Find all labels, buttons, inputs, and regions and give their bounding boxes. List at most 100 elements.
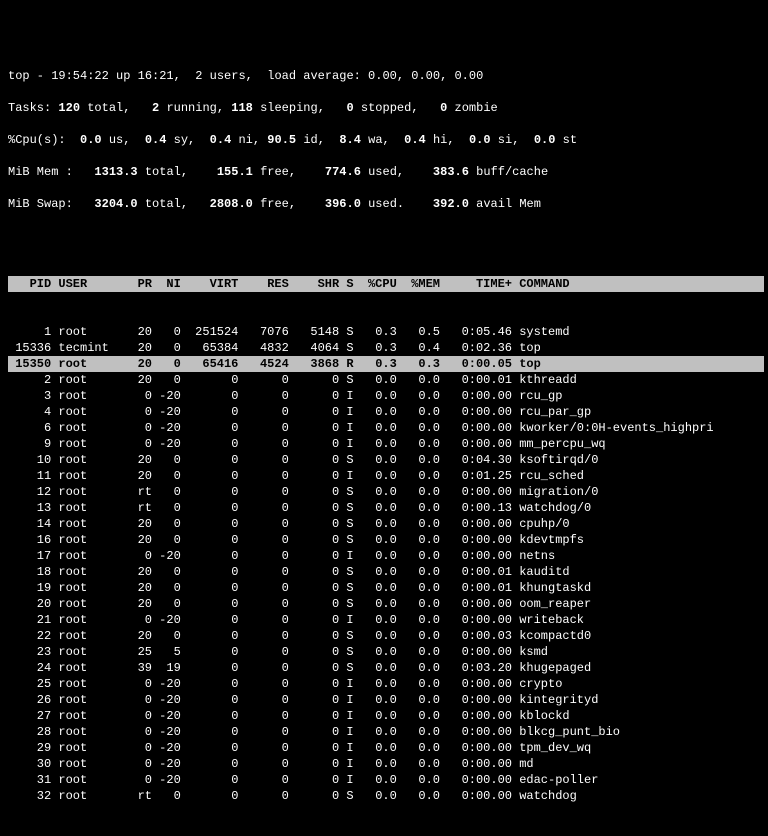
cell-shr: 0	[289, 452, 339, 468]
cell-time: 0:00.01	[440, 372, 512, 388]
process-row[interactable]: 10root200000S0.00.00:04.30ksoftirqd/0	[8, 452, 764, 468]
cell-s: S	[339, 340, 353, 356]
col-time[interactable]: TIME+	[440, 276, 512, 292]
cell-pid: 15336	[8, 340, 51, 356]
cell-pid: 27	[8, 708, 51, 724]
cell-s: I	[339, 756, 353, 772]
cell-time: 0:00.00	[440, 596, 512, 612]
cell-cpu: 0.0	[354, 660, 397, 676]
process-list[interactable]: 1root20025152470765148S0.30.50:05.46syst…	[8, 324, 764, 804]
col-pr[interactable]: PR	[123, 276, 152, 292]
summary-line-uptime: top - 19:54:22 up 16:21, 2 users, load a…	[8, 68, 764, 84]
cell-time: 0:00.00	[440, 692, 512, 708]
cell-virt: 0	[181, 516, 239, 532]
cell-ni: -20	[152, 740, 181, 756]
cell-user: root	[51, 644, 123, 660]
col-user[interactable]: USER	[51, 276, 123, 292]
col-cpu[interactable]: %CPU	[354, 276, 397, 292]
col-s[interactable]: S	[339, 276, 353, 292]
cell-ni: 0	[152, 356, 181, 372]
process-row[interactable]: 12rootrt0000S0.00.00:00.00migration/0	[8, 484, 764, 500]
process-row[interactable]: 21root0-20000I0.00.00:00.00writeback	[8, 612, 764, 628]
process-row[interactable]: 24root3919000S0.00.00:03.20khugepaged	[8, 660, 764, 676]
summary-line-cpu: %Cpu(s): 0.0 us, 0.4 sy, 0.4 ni, 90.5 id…	[8, 132, 764, 148]
process-row[interactable]: 16root200000S0.00.00:00.00kdevtmpfs	[8, 532, 764, 548]
col-res[interactable]: RES	[238, 276, 288, 292]
cell-res: 0	[238, 756, 288, 772]
process-row[interactable]: 9root0-20000I0.00.00:00.00mm_percpu_wq	[8, 436, 764, 452]
process-row[interactable]: 20root200000S0.00.00:00.00oom_reaper	[8, 596, 764, 612]
cell-virt: 0	[181, 420, 239, 436]
col-mem[interactable]: %MEM	[397, 276, 440, 292]
cell-shr: 0	[289, 788, 339, 804]
process-row[interactable]: 13rootrt0000S0.00.00:00.13watchdog/0	[8, 500, 764, 516]
cell-virt: 0	[181, 436, 239, 452]
cell-virt: 0	[181, 452, 239, 468]
process-row[interactable]: 19root200000S0.00.00:00.01khungtaskd	[8, 580, 764, 596]
process-row[interactable]: 6root0-20000I0.00.00:00.00kworker/0:0H-e…	[8, 420, 764, 436]
cell-mem: 0.0	[397, 596, 440, 612]
cell-ni: 0	[152, 788, 181, 804]
cell-shr: 0	[289, 580, 339, 596]
cell-cpu: 0.0	[354, 740, 397, 756]
cell-pid: 3	[8, 388, 51, 404]
process-row[interactable]: 23root255000S0.00.00:00.00ksmd	[8, 644, 764, 660]
cell-shr: 0	[289, 436, 339, 452]
col-cmd[interactable]: COMMAND	[512, 276, 764, 292]
col-ni[interactable]: NI	[152, 276, 181, 292]
process-row[interactable]: 15350root2006541645243868R0.30.30:00.05t…	[8, 356, 764, 372]
cell-time: 0:00.00	[440, 436, 512, 452]
cell-cmd: top	[512, 340, 764, 356]
process-row[interactable]: 4root0-20000I0.00.00:00.00rcu_par_gp	[8, 404, 764, 420]
process-row[interactable]: 11root200000I0.00.00:01.25rcu_sched	[8, 468, 764, 484]
cell-s: I	[339, 708, 353, 724]
process-row[interactable]: 29root0-20000I0.00.00:00.00tpm_dev_wq	[8, 740, 764, 756]
process-row[interactable]: 26root0-20000I0.00.00:00.00kintegrityd	[8, 692, 764, 708]
cell-virt: 0	[181, 788, 239, 804]
process-row[interactable]: 15336tecmint2006538448324064S0.30.40:02.…	[8, 340, 764, 356]
process-row[interactable]: 1root20025152470765148S0.30.50:05.46syst…	[8, 324, 764, 340]
cell-cpu: 0.0	[354, 452, 397, 468]
cell-virt: 0	[181, 676, 239, 692]
col-shr[interactable]: SHR	[289, 276, 339, 292]
cell-s: I	[339, 772, 353, 788]
process-row[interactable]: 25root0-20000I0.00.00:00.00crypto	[8, 676, 764, 692]
process-row[interactable]: 17root0-20000I0.00.00:00.00netns	[8, 548, 764, 564]
process-row[interactable]: 2root200000S0.00.00:00.01kthreadd	[8, 372, 764, 388]
cell-pr: 0	[123, 708, 152, 724]
process-row[interactable]: 14root200000S0.00.00:00.00cpuhp/0	[8, 516, 764, 532]
cell-user: root	[51, 692, 123, 708]
cell-pr: 20	[123, 324, 152, 340]
process-row[interactable]: 31root0-20000I0.00.00:00.00edac-poller	[8, 772, 764, 788]
process-row[interactable]: 28root0-20000I0.00.00:00.00blkcg_punt_bi…	[8, 724, 764, 740]
process-row[interactable]: 22root200000S0.00.00:00.03kcompactd0	[8, 628, 764, 644]
process-row[interactable]: 18root200000S0.00.00:00.01kauditd	[8, 564, 764, 580]
terminal-top-screen[interactable]: { "summary": { "line1": "top - 19:54:22 …	[0, 0, 768, 576]
cell-s: I	[339, 436, 353, 452]
cell-pid: 28	[8, 724, 51, 740]
process-table-header[interactable]: PID USER PR NI VIRT RES SHR S %CPU %MEM …	[8, 276, 764, 292]
cell-res: 0	[238, 404, 288, 420]
cell-res: 0	[238, 548, 288, 564]
cell-pr: 20	[123, 516, 152, 532]
cell-pid: 20	[8, 596, 51, 612]
cell-s: S	[339, 660, 353, 676]
cell-shr: 0	[289, 756, 339, 772]
process-row[interactable]: 27root0-20000I0.00.00:00.00kblockd	[8, 708, 764, 724]
cell-pid: 26	[8, 692, 51, 708]
cell-ni: 0	[152, 468, 181, 484]
process-row[interactable]: 32rootrt0000S0.00.00:00.00watchdog	[8, 788, 764, 804]
cell-virt: 0	[181, 564, 239, 580]
col-pid[interactable]: PID	[8, 276, 51, 292]
cell-res: 0	[238, 564, 288, 580]
col-virt[interactable]: VIRT	[181, 276, 239, 292]
process-row[interactable]: 3root0-20000I0.00.00:00.00rcu_gp	[8, 388, 764, 404]
cell-res: 0	[238, 500, 288, 516]
summary-line-tasks: Tasks: 120 total, 2 running, 118 sleepin…	[8, 100, 764, 116]
cell-shr: 0	[289, 612, 339, 628]
cell-user: root	[51, 324, 123, 340]
cell-s: S	[339, 500, 353, 516]
process-row[interactable]: 30root0-20000I0.00.00:00.00md	[8, 756, 764, 772]
cell-pid: 12	[8, 484, 51, 500]
cell-user: root	[51, 532, 123, 548]
